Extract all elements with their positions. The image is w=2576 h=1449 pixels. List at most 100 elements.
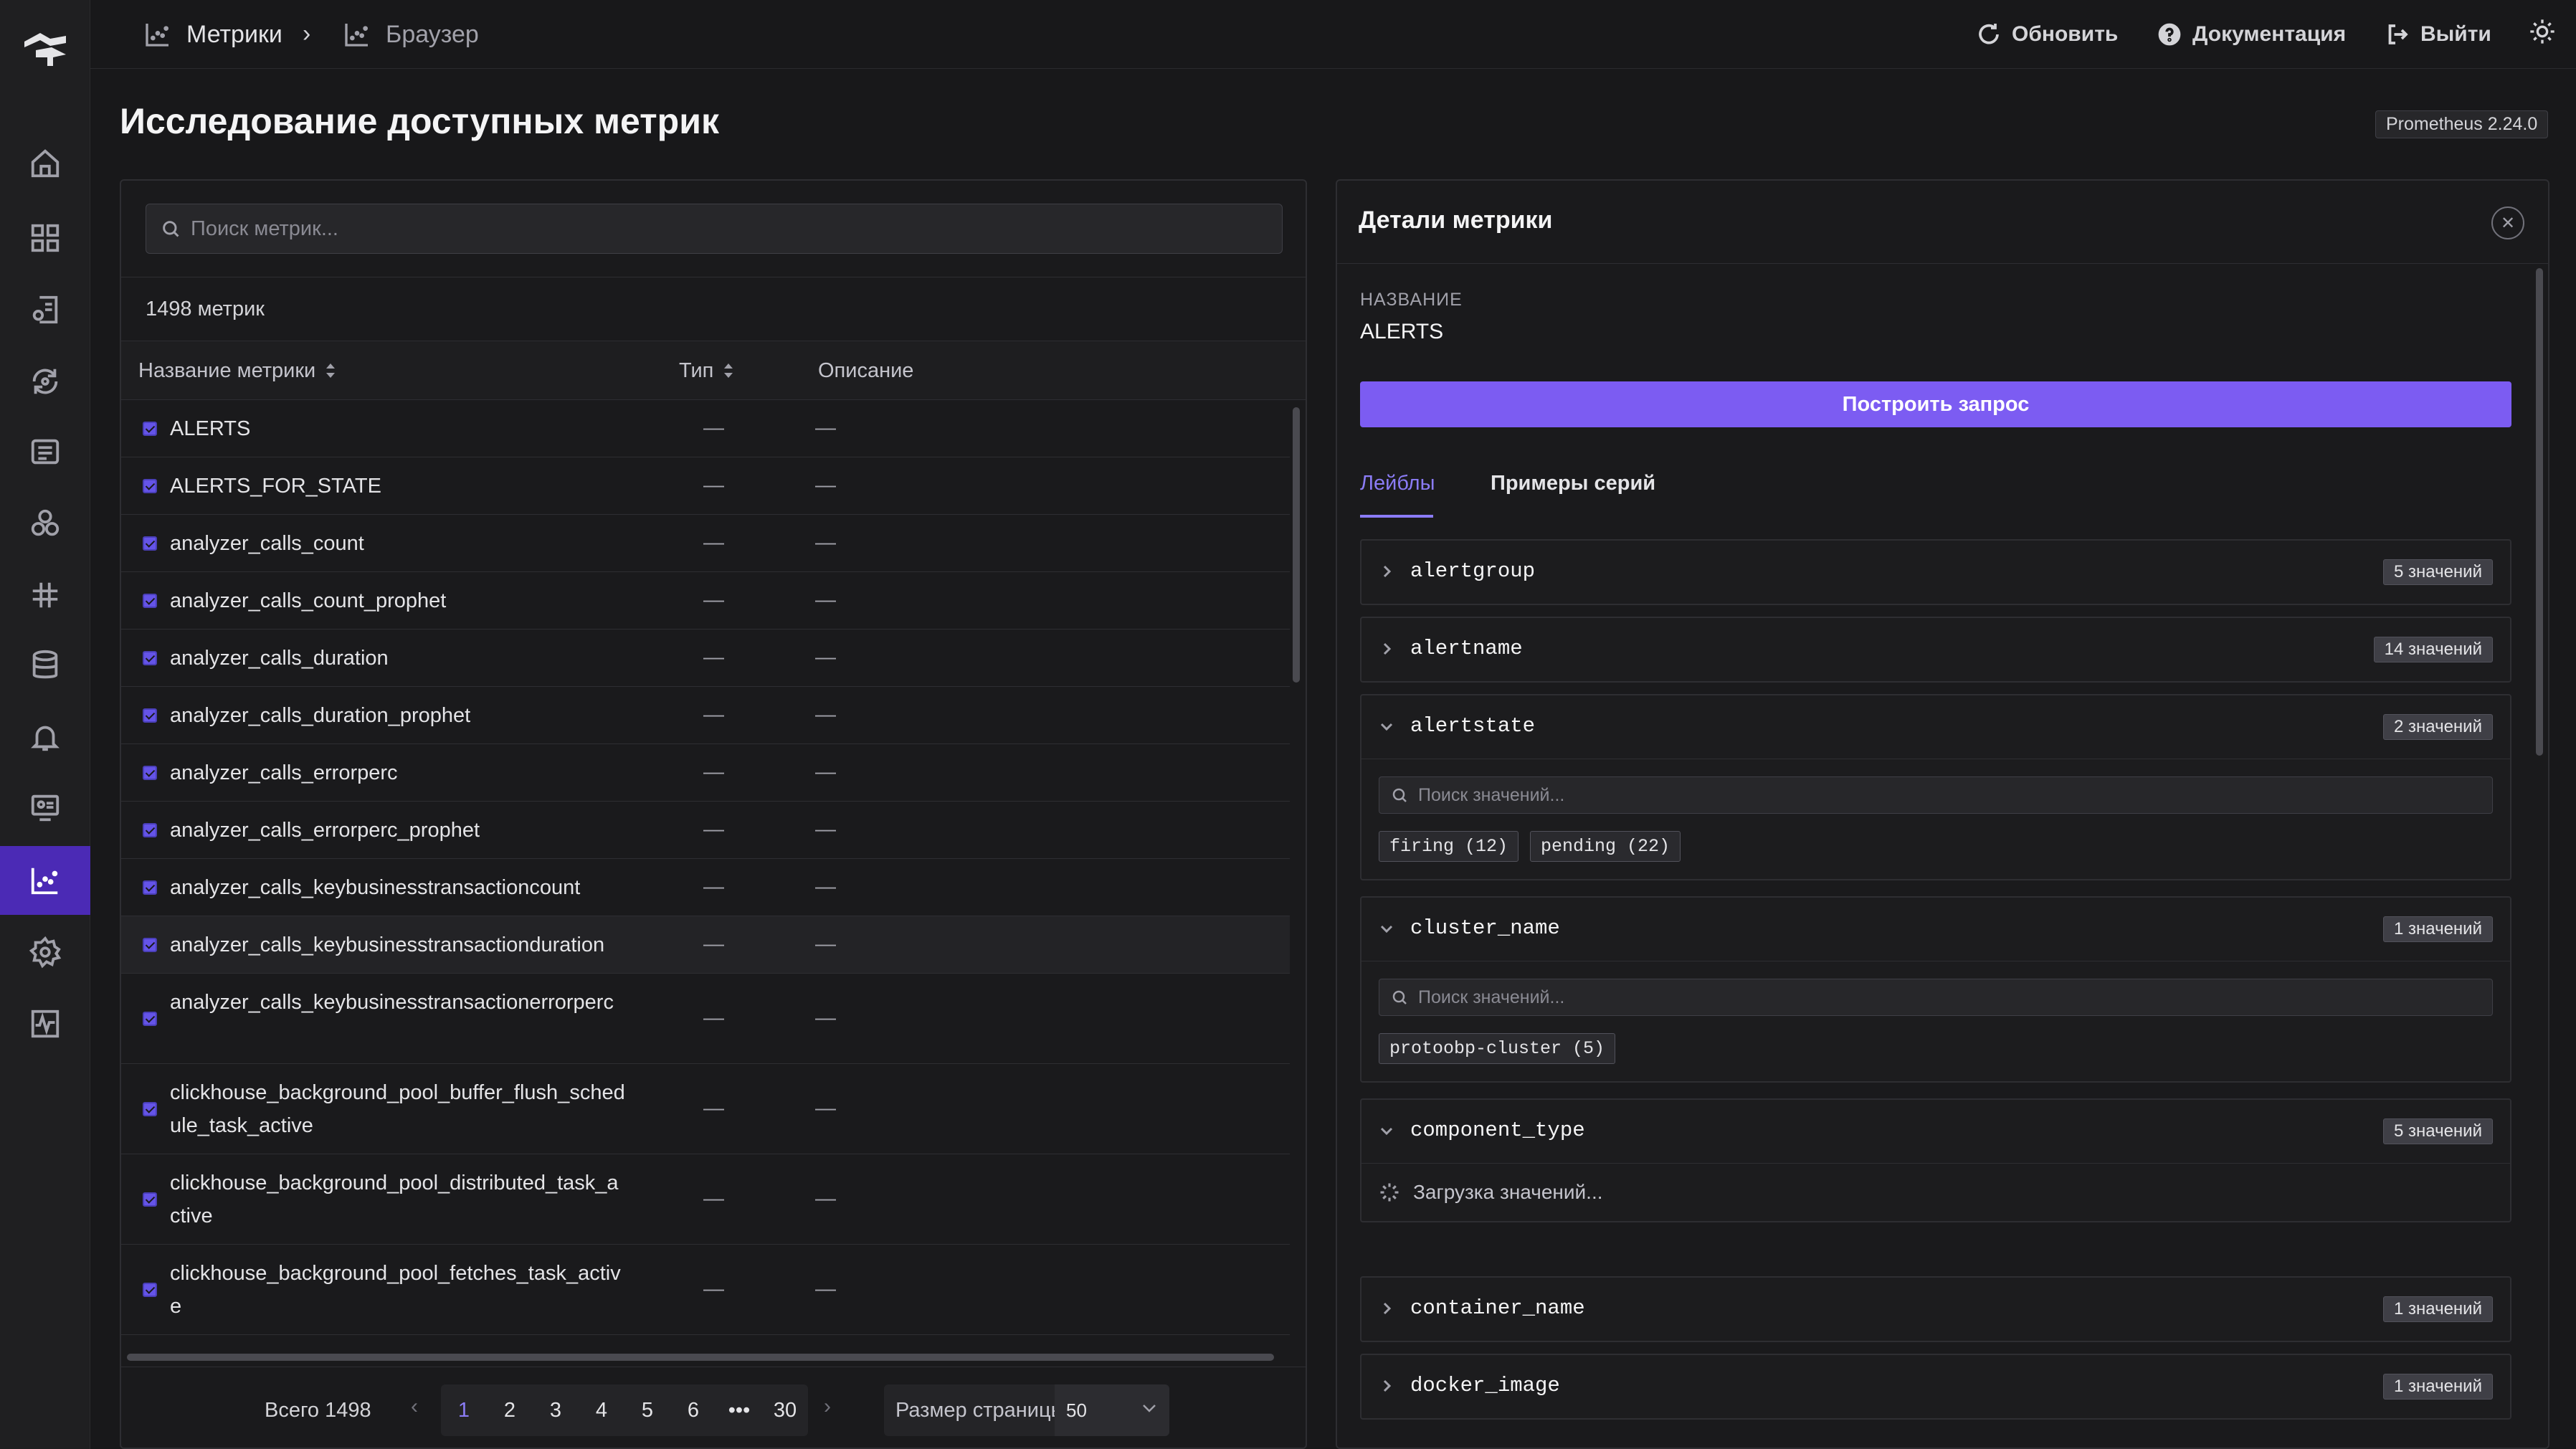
table-row[interactable]: clickhouse_background_pool_buffer_flush_… (121, 1064, 1290, 1154)
table-row[interactable]: analyzer_calls_duration — — (121, 630, 1290, 687)
nav-dashboards[interactable] (0, 204, 90, 272)
table-row[interactable]: analyzer_calls_errorperc_prophet — — (121, 802, 1290, 859)
metric-name-cell[interactable]: clickhouse_background_pool_fetches_task_… (170, 1257, 629, 1323)
value-chip[interactable]: firing (12) (1379, 831, 1519, 862)
row-checkbox[interactable] (143, 422, 157, 436)
page-button[interactable]: 30 (762, 1399, 808, 1422)
nav-logs[interactable] (0, 417, 90, 486)
table-row[interactable]: clickhouse_background_pool_distributed_t… (121, 1154, 1290, 1245)
next-page-button[interactable]: › (824, 1395, 831, 1419)
column-name-header[interactable]: Название метрики (138, 341, 337, 400)
theme-toggle[interactable] (2528, 17, 2562, 52)
nav-monitor[interactable] (0, 773, 90, 842)
table-row[interactable]: analyzer_calls_keybusinesstransactioncou… (121, 859, 1290, 916)
row-checkbox[interactable] (143, 1102, 157, 1116)
table-row[interactable]: ALERTS — — (121, 400, 1290, 457)
build-query-button[interactable]: Построить запрос (1360, 381, 2511, 427)
table-row[interactable]: analyzer_calls_count — — (121, 515, 1290, 572)
nav-database[interactable] (0, 631, 90, 700)
nav-integrations[interactable] (0, 561, 90, 630)
page-button[interactable]: 2 (487, 1399, 533, 1422)
page-button[interactable]: 1 (441, 1399, 487, 1422)
close-button[interactable]: ✕ (2491, 206, 2524, 239)
row-checkbox[interactable] (143, 708, 157, 723)
metric-name-cell[interactable]: analyzer_calls_errorperc_prophet (170, 814, 629, 847)
row-checkbox[interactable] (143, 766, 157, 780)
metric-name-cell[interactable]: analyzer_calls_errorperc (170, 756, 629, 789)
value-chip[interactable]: pending (22) (1530, 831, 1681, 862)
details-scrollbar[interactable] (2536, 268, 2543, 756)
label-card-header[interactable]: alertname 14 значений (1361, 618, 2510, 681)
page-button[interactable]: 4 (579, 1399, 624, 1422)
metric-name-cell[interactable]: clickhouse_background_pool_buffer_flush_… (170, 1076, 629, 1142)
value-chips: firing (12) pending (22) (1379, 831, 2493, 862)
tab-series-examples[interactable]: Примеры серий (1491, 472, 1655, 495)
table-row[interactable]: analyzer_calls_keybusinesstransactiondur… (121, 916, 1290, 974)
label-card-header[interactable]: cluster_name 1 значений (1361, 898, 2510, 961)
row-checkbox[interactable] (143, 1192, 157, 1207)
table-row[interactable]: analyzer_calls_errorperc — — (121, 744, 1290, 802)
breadcrumb-browser[interactable]: Браузер (343, 0, 479, 69)
metric-name-cell[interactable]: ALERTS (170, 412, 629, 445)
row-checkbox[interactable] (143, 880, 157, 895)
row-checkbox[interactable] (143, 651, 157, 665)
page-size-select[interactable]: 50 (1055, 1384, 1169, 1436)
logout-button[interactable]: Выйти (2385, 0, 2491, 69)
nav-services[interactable] (0, 489, 90, 558)
page-button[interactable]: 6 (670, 1399, 716, 1422)
label-card-header[interactable]: container_name 1 значений (1361, 1278, 2510, 1341)
row-checkbox[interactable] (143, 1012, 157, 1026)
label-card-header[interactable]: docker_image 1 значений (1361, 1355, 2510, 1418)
breadcrumb-metrics[interactable]: Метрики (143, 0, 282, 69)
docs-button[interactable]: Документация (2157, 0, 2346, 69)
metric-name-cell[interactable]: analyzer_calls_duration_prophet (170, 699, 629, 732)
value-search-input[interactable] (1418, 987, 2479, 1008)
metric-name-cell[interactable]: analyzer_calls_count (170, 527, 629, 560)
label-card-header[interactable]: alertstate 2 значений (1361, 695, 2510, 759)
metric-name-cell[interactable]: clickhouse_background_pool_distributed_t… (170, 1167, 629, 1232)
row-checkbox[interactable] (143, 823, 157, 837)
page-button[interactable]: 5 (624, 1399, 670, 1422)
metric-description-cell: — (815, 589, 836, 612)
value-search[interactable] (1379, 776, 2493, 814)
nav-home[interactable] (0, 129, 90, 198)
nav-explore[interactable] (0, 275, 90, 344)
nav-settings[interactable] (0, 918, 90, 987)
table-row[interactable]: analyzer_calls_duration_prophet — — (121, 687, 1290, 744)
value-search[interactable] (1379, 979, 2493, 1016)
row-checkbox[interactable] (143, 536, 157, 551)
prev-page-button[interactable]: ‹ (411, 1395, 418, 1419)
row-checkbox[interactable] (143, 479, 157, 493)
table-row[interactable]: analyzer_calls_count_prophet — — (121, 572, 1290, 630)
nav-alerts[interactable] (0, 703, 90, 771)
page-button[interactable]: 3 (533, 1399, 579, 1422)
tab-labels[interactable]: Лейблы (1360, 472, 1435, 495)
metric-name-cell[interactable]: analyzer_calls_duration (170, 642, 629, 675)
vertical-scrollbar[interactable] (1293, 407, 1300, 683)
row-checkbox[interactable] (143, 594, 157, 608)
table-row[interactable]: ALERTS_FOR_STATE — — (121, 457, 1290, 515)
metric-name-cell[interactable]: analyzer_calls_keybusinesstransactioncou… (170, 871, 629, 904)
metric-name-cell[interactable]: analyzer_calls_keybusinesstransactiondur… (170, 928, 629, 961)
table-row[interactable]: clickhouse_background_pool_fetches_task_… (121, 1245, 1290, 1335)
row-checkbox[interactable] (143, 938, 157, 952)
nav-sync[interactable] (0, 347, 90, 416)
refresh-button[interactable]: Обновить (1976, 0, 2118, 69)
nav-metrics[interactable] (0, 846, 90, 915)
row-checkbox[interactable] (143, 1283, 157, 1297)
metric-search[interactable] (146, 204, 1283, 254)
metric-name-cell[interactable]: ALERTS_FOR_STATE (170, 470, 629, 503)
label-card-header[interactable]: alertgroup 5 значений (1361, 541, 2510, 604)
label-card-header[interactable]: component_type 5 значений (1361, 1100, 2510, 1163)
value-search-input[interactable] (1418, 784, 2479, 806)
metric-name-cell[interactable]: analyzer_calls_count_prophet (170, 584, 629, 617)
page-ellipsis[interactable]: ••• (716, 1399, 762, 1422)
metric-search-input[interactable] (191, 217, 1252, 241)
horizontal-scrollbar[interactable] (127, 1354, 1274, 1361)
column-type-header[interactable]: Тип (679, 341, 735, 400)
metric-name-cell[interactable]: analyzer_calls_keybusinesstransactionerr… (170, 986, 629, 1019)
logo[interactable] (22, 26, 69, 69)
table-row[interactable]: analyzer_calls_keybusinesstransactionerr… (121, 974, 1290, 1064)
value-chip[interactable]: protoobp-cluster (5) (1379, 1033, 1616, 1064)
nav-activity[interactable] (0, 989, 90, 1058)
